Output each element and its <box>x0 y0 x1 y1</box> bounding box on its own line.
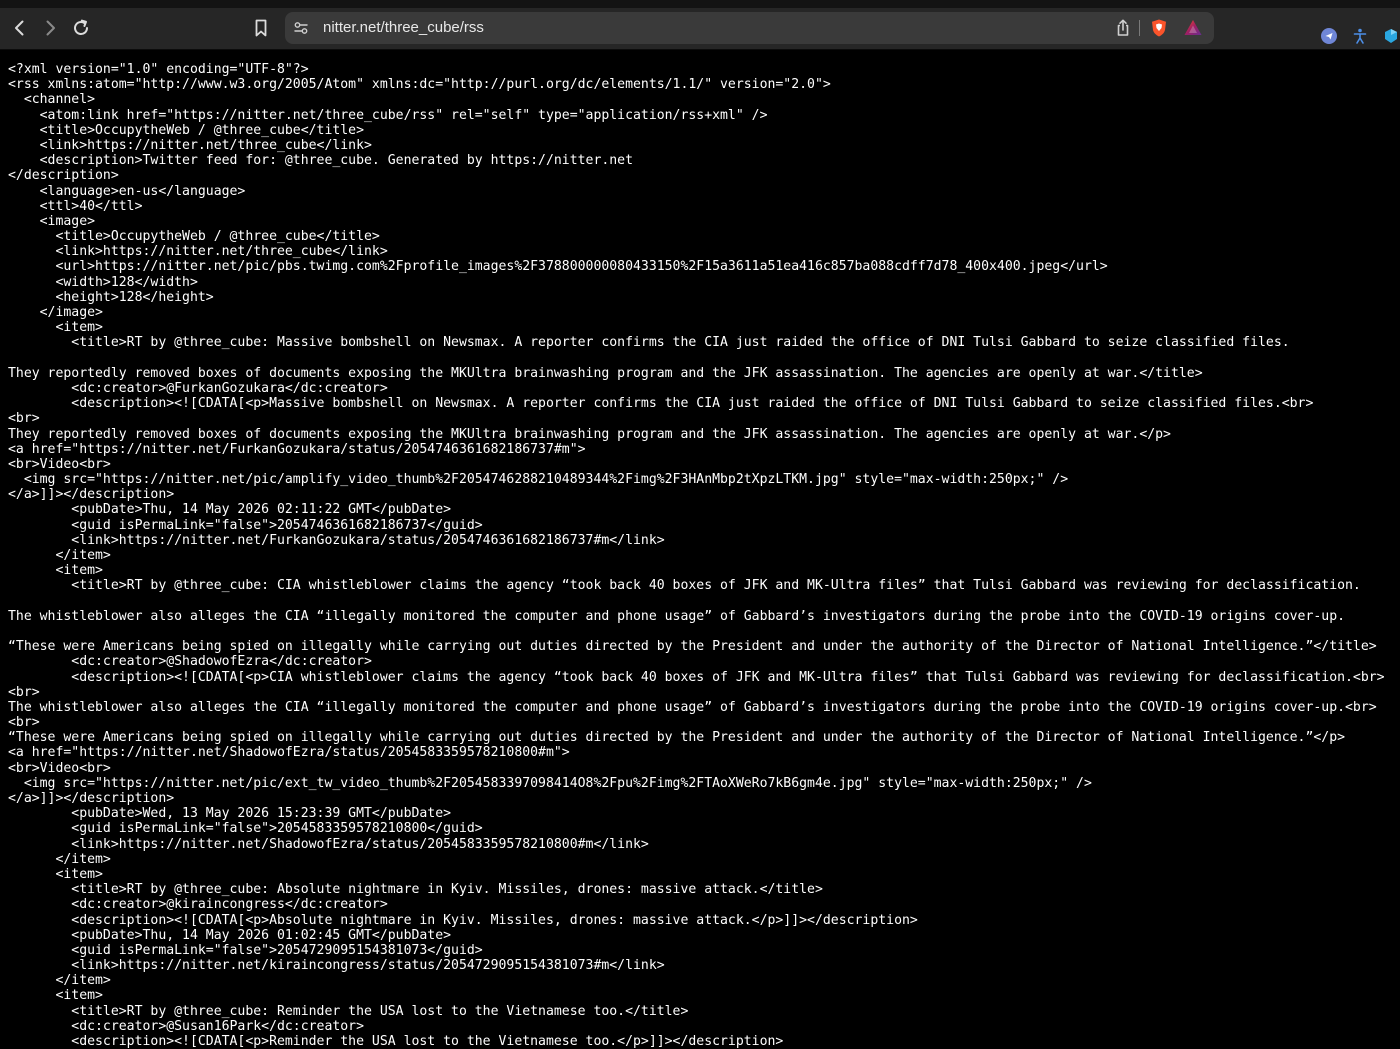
xml-line: <dc:creator>@kiraincongress</dc:creator> <box>8 897 388 913</box>
xml-line: <guid isPermaLink="false">20547463616821… <box>8 517 483 533</box>
forward-arrow-icon <box>46 20 55 36</box>
xml-line: </item> <box>8 851 111 867</box>
xml-line: <img src="https://nitter.net/pic/ext_tw_… <box>8 775 1092 791</box>
xml-line: <link>https://nitter.net/kiraincongress/… <box>8 958 665 974</box>
xml-line: <a href="https://nitter.net/ShadowofEzra… <box>8 745 570 761</box>
forward-button[interactable] <box>36 14 64 42</box>
xml-line <box>8 624 1400 639</box>
xml-line: <img src="https://nitter.net/pic/amplify… <box>8 472 1069 488</box>
xml-line: <link>https://nitter.net/three_cube</lin… <box>8 244 388 260</box>
xml-line: <title>RT by @three_cube: Reminder the U… <box>8 1003 689 1019</box>
reload-icon <box>74 19 88 35</box>
xml-line: <br>Video<br> <box>8 456 111 472</box>
xml-line: </image> <box>8 305 103 320</box>
xml-line: </item> <box>8 548 111 563</box>
xml-line: <channel> <box>8 92 96 108</box>
bookmark-button[interactable] <box>247 14 275 42</box>
url-text[interactable]: nitter.net/three_cube/rss <box>323 12 484 44</box>
share-icon[interactable] <box>1113 18 1133 38</box>
xml-line: </description> <box>8 168 119 184</box>
xml-line: </item> <box>8 973 111 989</box>
back-button[interactable] <box>6 14 34 42</box>
xml-line: <height>128</height> <box>8 289 214 305</box>
xml-line: <link>https://nitter.net/FurkanGozukara/… <box>8 532 665 548</box>
xml-line: <item> <box>8 988 103 1004</box>
xml-line: <?xml version="1.0" encoding="UTF-8"?> <box>8 62 309 77</box>
xml-line: <title>RT by @three_cube: Massive bombsh… <box>8 335 1290 351</box>
xml-line: “These were Americans being spied on ill… <box>8 730 1346 746</box>
xml-line: <language>en-us</language> <box>8 183 246 199</box>
xml-line: <dc:creator>@ShadowofEzra</dc:creator> <box>8 654 372 670</box>
xml-line: <dc:creator>@FurkanGozukara</dc:creator> <box>8 380 388 396</box>
xml-line: The whistleblower also alleges the CIA “… <box>8 699 1377 715</box>
xml-line: <width>128</width> <box>8 274 198 290</box>
xml-line <box>8 351 1400 366</box>
brave-rewards-icon[interactable] <box>1183 18 1203 38</box>
xml-line: <url>https://nitter.net/pic/pbs.twimg.co… <box>8 259 1108 275</box>
xml-line: <br> <box>8 715 40 731</box>
address-bar-divider <box>1139 20 1140 36</box>
xml-line: <guid isPermaLink="false">20545833595782… <box>8 821 483 837</box>
xml-line: <description><![CDATA[<p>Reminder the US… <box>8 1034 784 1049</box>
xml-line: <title>RT by @three_cube: CIA whistleblo… <box>8 578 1361 594</box>
xml-source-text: <?xml version="1.0" encoding="UTF-8"?> <r… <box>0 50 1400 1049</box>
xml-line: <pubDate>Wed, 13 May 2026 15:23:39 GMT</… <box>8 806 452 822</box>
xml-line: <item> <box>8 563 103 579</box>
xml-line: <ttl>40</ttl> <box>8 198 143 214</box>
xml-line: </a>]]></description> <box>8 487 175 503</box>
xml-line: <br> <box>8 684 40 700</box>
xml-line: They reportedly removed boxes of documen… <box>8 426 1171 442</box>
xml-line: <item> <box>8 866 103 882</box>
bookmark-icon <box>255 19 267 37</box>
xml-line: <pubDate>Thu, 14 May 2026 01:02:45 GMT</… <box>8 927 452 943</box>
xml-line: <title>OccupytheWeb / @three_cube</title… <box>8 122 365 138</box>
xml-line: <pubDate>Thu, 14 May 2026 02:11:22 GMT</… <box>8 502 452 518</box>
xml-line: <description><![CDATA[<p>CIA whistleblow… <box>8 669 1385 685</box>
extension-icon[interactable] <box>1320 27 1338 45</box>
xml-line: <br>Video<br> <box>8 760 111 776</box>
puzzle-icon[interactable] <box>1382 27 1400 45</box>
xml-line: <description><![CDATA[<p>Massive bombshe… <box>8 396 1314 412</box>
brave-shields-icon[interactable] <box>1149 18 1169 38</box>
xml-line: <br> <box>8 411 40 427</box>
xml-line: </a>]]></description> <box>8 791 175 806</box>
xml-line: <description><![CDATA[<p>Absolute nightm… <box>8 912 918 928</box>
reload-button[interactable] <box>67 14 95 42</box>
xml-line: <dc:creator>@Susan16Park</dc:creator> <box>8 1018 365 1034</box>
xml-line: <rss xmlns:atom="http://www.w3.org/2005/… <box>8 77 831 93</box>
xml-line: <title>RT by @three_cube: Absolute night… <box>8 882 823 898</box>
xml-line: <atom:link href="https://nitter.net/thre… <box>8 107 768 123</box>
xml-line: <title>OccupytheWeb / @three_cube</title… <box>8 229 380 245</box>
back-arrow-icon <box>15 20 24 36</box>
xml-line: The whistleblower also alleges the CIA “… <box>8 608 1346 624</box>
accessibility-icon[interactable] <box>1351 27 1369 45</box>
xml-line <box>8 594 1400 609</box>
site-settings-icon[interactable] <box>293 20 309 36</box>
xml-line: <description>Twitter feed for: @three_cu… <box>8 153 633 169</box>
browser-toolbar: nitter.net/three_cube/rss <box>0 8 1400 50</box>
xml-line: “These were Americans being spied on ill… <box>8 639 1377 655</box>
xml-line: <a href="https://nitter.net/FurkanGozuka… <box>8 441 586 457</box>
xml-line: <image> <box>8 213 96 229</box>
xml-line: <link>https://nitter.net/ShadowofEzra/st… <box>8 836 649 852</box>
xml-line: They reportedly removed boxes of documen… <box>8 365 1203 381</box>
xml-line: <guid isPermaLink="false">20547290951543… <box>8 942 483 958</box>
xml-line: <link>https://nitter.net/three_cube</lin… <box>8 137 372 153</box>
rss-xml-document: <?xml version="1.0" encoding="UTF-8"?> <r… <box>0 50 1400 1049</box>
xml-line: <item> <box>8 320 103 336</box>
window-top-strip <box>0 0 1400 8</box>
address-bar[interactable]: nitter.net/three_cube/rss <box>285 12 1214 44</box>
